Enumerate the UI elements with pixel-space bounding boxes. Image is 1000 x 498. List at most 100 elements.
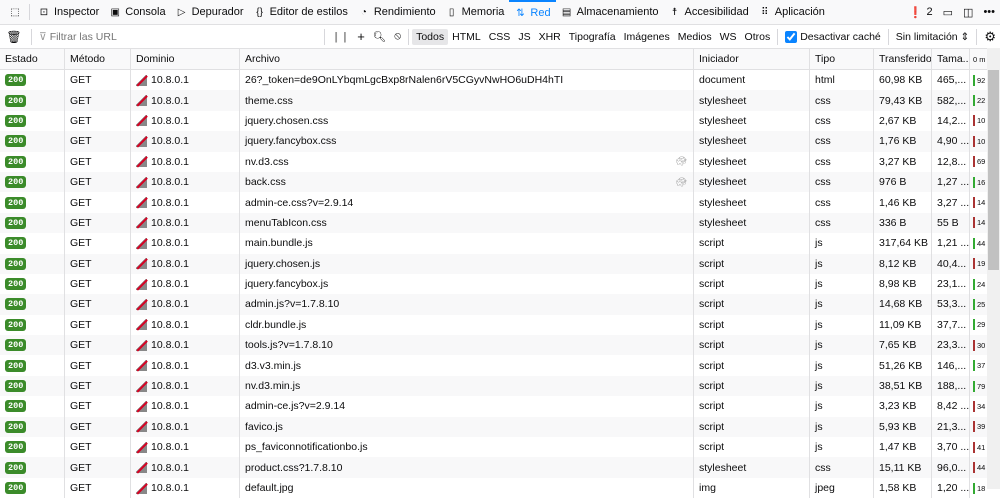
- method-cell: GET: [65, 294, 131, 315]
- table-row[interactable]: 200 GET 10.8.0.1 jquery.chosen.js script…: [0, 253, 1000, 274]
- filter-type-2[interactable]: CSS: [485, 29, 515, 45]
- status-cell: 200: [0, 355, 65, 376]
- col-estado[interactable]: Estado: [0, 49, 65, 69]
- status-cell: 200: [0, 192, 65, 213]
- status-badge: 200: [5, 400, 27, 413]
- table-row[interactable]: 200 GET 10.8.0.1 main.bundle.js script j…: [0, 233, 1000, 254]
- table-row[interactable]: 200 GET 10.8.0.1 jquery.chosen.css style…: [0, 110, 1000, 132]
- table-row[interactable]: 200 GET 10.8.0.1 cldr.bundle.js script j…: [0, 314, 1000, 336]
- table-row[interactable]: 200 GET 10.8.0.1 menuTabIcon.css stylesh…: [0, 212, 1000, 234]
- more-button[interactable]: •••: [978, 0, 1000, 25]
- table-row[interactable]: 200 GET 10.8.0.1 ps_faviconnotificationb…: [0, 437, 1000, 458]
- tab-almacenamiento[interactable]: ▤ Almacenamiento: [556, 0, 664, 25]
- initiator-cell: stylesheet: [694, 151, 810, 172]
- filter-type-7[interactable]: Medios: [674, 29, 716, 45]
- transferred-cell: 1,76 KB: [874, 131, 932, 152]
- status-cell: 200: [0, 416, 65, 438]
- size-cell: 14,2...: [932, 110, 970, 132]
- scrollbar[interactable]: [987, 48, 1000, 489]
- col-metodo[interactable]: Método: [65, 49, 131, 69]
- table-row[interactable]: 200 GET 10.8.0.1 nv.d3.min.js script js …: [0, 375, 1000, 397]
- table-row[interactable]: 200 GET 10.8.0.1 admin.js?v=1.7.8.10 scr…: [0, 294, 1000, 315]
- filter-type-3[interactable]: JS: [514, 29, 534, 45]
- type-cell: css: [810, 110, 874, 132]
- col-waterfall[interactable]: 0 m: [970, 49, 987, 69]
- timing-bar: [973, 74, 975, 86]
- scrollbar-thumb[interactable]: [988, 70, 999, 270]
- split-button[interactable]: ◫: [958, 0, 978, 25]
- method-cell: GET: [65, 375, 131, 397]
- tab-rendimiento[interactable]: ◔ Rendimiento: [353, 0, 441, 25]
- settings-gear-icon[interactable]: ⚙: [980, 27, 1000, 47]
- waterfall-cell: 19: [970, 254, 987, 274]
- status-cell: 200: [0, 253, 65, 274]
- tab-inspector[interactable]: ⊡ Inspector: [33, 0, 104, 25]
- table-row[interactable]: 200 GET 10.8.0.1 jquery.fancybox.css sty…: [0, 131, 1000, 152]
- timing-bar: [973, 319, 975, 331]
- search-icon[interactable]: 🔍︎: [369, 28, 390, 45]
- tab-consola[interactable]: ▣ Consola: [104, 0, 170, 25]
- table-row[interactable]: 200 GET 10.8.0.1 product.css?1.7.8.10 st…: [0, 457, 1000, 478]
- disable-cache-checkbox[interactable]: Desactivar caché: [781, 30, 885, 43]
- status-badge: 200: [5, 135, 27, 148]
- dock-button[interactable]: ▭: [938, 0, 958, 25]
- timing-bar: [973, 115, 975, 127]
- status-badge: 200: [5, 380, 27, 393]
- filter-type-6[interactable]: Imágenes: [620, 29, 674, 45]
- table-row[interactable]: 200 GET 10.8.0.1 nv.d3.css 🐢︎ stylesheet …: [0, 151, 1000, 172]
- col-tamano[interactable]: Tama...: [932, 49, 970, 69]
- checkbox[interactable]: [785, 30, 798, 43]
- table-row[interactable]: 200 GET 10.8.0.1 tools.js?v=1.7.8.10 scr…: [0, 335, 1000, 356]
- filter-type-8[interactable]: WS: [716, 29, 741, 45]
- block-icon[interactable]: ⦸: [390, 28, 405, 45]
- table-row[interactable]: 200 GET 10.8.0.1 theme.css stylesheet cs…: [0, 90, 1000, 111]
- tab-aplicación[interactable]: ⠿ Aplicación: [754, 0, 830, 25]
- size-cell: 188,...: [932, 375, 970, 397]
- filter-type-0[interactable]: Todos: [412, 28, 449, 45]
- waterfall-cell: 10: [970, 111, 987, 131]
- memory-icon: ▯: [448, 6, 455, 18]
- insecure-connection-icon: [136, 237, 147, 249]
- filter-type-4[interactable]: XHR: [535, 29, 565, 45]
- col-transferido[interactable]: Transferido: [874, 49, 932, 69]
- plus-icon[interactable]: +: [353, 27, 369, 46]
- file-cell: nv.d3.min.js: [240, 375, 694, 397]
- table-row[interactable]: 200 GET 10.8.0.1 admin-ce.css?v=2.9.14 s…: [0, 192, 1000, 213]
- status-badge: 200: [5, 318, 27, 331]
- tab-accesibilidad[interactable]: ☨ Accesibilidad: [664, 0, 754, 25]
- tab-red[interactable]: ⇅ Red: [509, 0, 556, 25]
- clear-trash-icon[interactable]: 🗑: [0, 30, 28, 44]
- insecure-connection-icon: [136, 339, 147, 351]
- table-row[interactable]: 200 GET 10.8.0.1 back.css 🐢︎ stylesheet c…: [0, 171, 1000, 193]
- col-iniciador[interactable]: Iniciador: [694, 49, 810, 69]
- tab-depurador[interactable]: ▷ Depurador: [171, 0, 249, 25]
- throttling-select[interactable]: Sin limitación ⇕: [892, 29, 974, 45]
- col-dominio[interactable]: Dominio: [131, 49, 240, 69]
- col-tipo[interactable]: Tipo: [810, 49, 874, 69]
- status-badge: 200: [5, 359, 27, 372]
- size-cell: 146,...: [932, 355, 970, 376]
- domain-cell: 10.8.0.1: [131, 110, 240, 132]
- filter-type-5[interactable]: Tipografía: [565, 29, 620, 45]
- table-row[interactable]: 200 GET 10.8.0.1 favico.js script js 5,9…: [0, 416, 1000, 438]
- element-picker-button[interactable]: ⬚: [4, 0, 26, 25]
- url-filter-input[interactable]: [49, 30, 321, 43]
- col-archivo[interactable]: Archivo: [240, 49, 694, 69]
- insecure-connection-icon: [136, 462, 147, 474]
- initiator-cell: stylesheet: [694, 131, 810, 152]
- table-row[interactable]: 200 GET 10.8.0.1 default.jpg img jpeg 1,…: [0, 477, 1000, 498]
- initiator-cell: script: [694, 335, 810, 356]
- filter-type-1[interactable]: HTML: [448, 29, 485, 45]
- pause-icon[interactable]: ❙❙: [328, 29, 354, 45]
- filter-type-9[interactable]: Otros: [741, 29, 775, 45]
- method-cell: GET: [65, 151, 131, 172]
- table-row[interactable]: 200 GET 10.8.0.1 jquery.fancybox.js scri…: [0, 273, 1000, 295]
- table-row[interactable]: 200 GET 10.8.0.1 d3.v3.min.js script js …: [0, 355, 1000, 376]
- initiator-cell: stylesheet: [694, 90, 810, 111]
- error-count-badge[interactable]: ❗ 2: [904, 0, 938, 25]
- tab-editor-de-estilos[interactable]: {} Editor de estilos: [249, 0, 353, 25]
- table-row[interactable]: 200 GET 10.8.0.1 admin-ce.js?v=2.9.14 sc…: [0, 396, 1000, 417]
- type-cell: js: [810, 273, 874, 295]
- table-row[interactable]: 200 GET 10.8.0.1 26?_token=de9OnLYbqmLgc…: [0, 70, 1000, 91]
- tab-memoria[interactable]: ▯ Memoria: [441, 0, 510, 25]
